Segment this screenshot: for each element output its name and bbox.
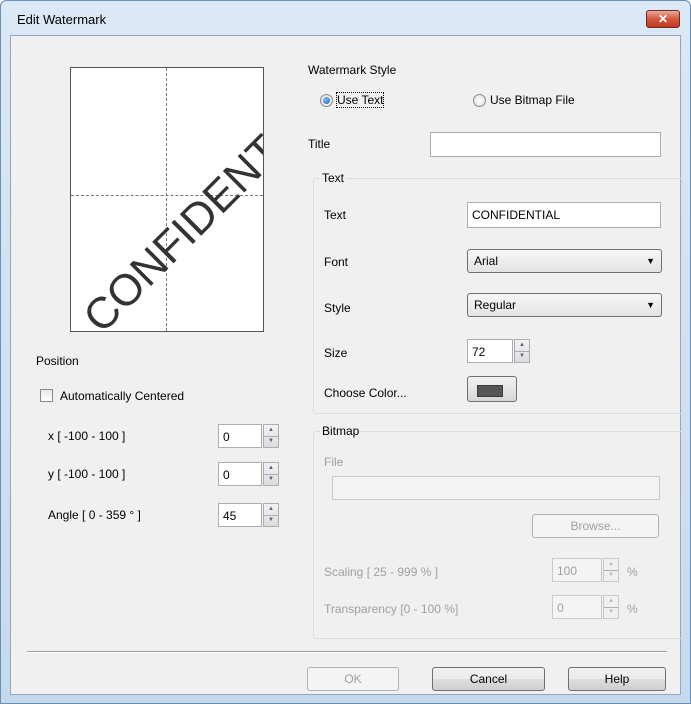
y-input[interactable]: 0: [218, 462, 262, 486]
watermark-style-label: Watermark Style: [308, 63, 397, 77]
scaling-label: Scaling [ 25 - 999 % ]: [324, 565, 439, 579]
y-label: y [ -100 - 100 ]: [48, 467, 126, 481]
footer-separator: [27, 651, 667, 653]
x-input[interactable]: 0: [218, 424, 262, 448]
preview-vertical-guide: [166, 68, 167, 331]
scaling-input[interactable]: 100: [552, 558, 602, 582]
transparency-input[interactable]: 0: [552, 595, 602, 619]
file-input[interactable]: [332, 476, 660, 500]
choose-color-button[interactable]: [467, 376, 517, 402]
scaling-spinner[interactable]: ▲ ▼: [603, 558, 619, 582]
watermark-preview: CONFIDENTIAL: [70, 67, 264, 332]
text-field-label: Text: [324, 208, 347, 222]
font-select[interactable]: Arial ▼: [467, 249, 662, 273]
use-bitmap-radio[interactable]: [473, 94, 486, 107]
ok-button[interactable]: OK: [307, 667, 399, 691]
x-spinner[interactable]: ▲ ▼: [263, 424, 279, 448]
spin-down-icon[interactable]: ▼: [604, 607, 618, 618]
transparency-spinner[interactable]: ▲ ▼: [603, 595, 619, 619]
scaling-unit: %: [627, 565, 638, 579]
chevron-down-icon: ▼: [646, 256, 655, 266]
angle-label: Angle [ 0 - 359 ° ]: [48, 508, 141, 522]
font-label: Font: [324, 255, 349, 269]
auto-centered-checkbox[interactable]: [40, 389, 53, 402]
style-select[interactable]: Regular ▼: [467, 293, 662, 317]
close-button[interactable]: ✕: [646, 10, 680, 28]
text-group-label: Text: [320, 171, 347, 185]
y-spinner[interactable]: ▲ ▼: [263, 462, 279, 486]
style-label: Style: [324, 301, 351, 315]
spin-down-icon[interactable]: ▼: [264, 474, 278, 485]
preview-watermark-text: CONFIDENTIAL: [74, 79, 264, 332]
chevron-down-icon: ▼: [646, 300, 655, 310]
spin-down-icon[interactable]: ▼: [264, 515, 278, 526]
transparency-unit: %: [627, 602, 638, 616]
dialog-body: CONFIDENTIAL Watermark Style Use Text Us…: [10, 35, 683, 695]
size-input[interactable]: 72: [467, 339, 513, 363]
file-label: File: [324, 455, 344, 469]
spin-down-icon[interactable]: ▼: [264, 436, 278, 447]
use-bitmap-label[interactable]: Use Bitmap File: [490, 93, 575, 107]
choose-color-label: Choose Color...: [324, 386, 407, 400]
dialog-title: Edit Watermark: [17, 12, 107, 27]
font-select-value: Arial: [474, 254, 499, 268]
title-bar: Edit Watermark ✕: [1, 1, 690, 35]
angle-input[interactable]: 45: [218, 503, 262, 527]
bitmap-group-label: Bitmap: [320, 424, 362, 438]
spin-down-icon[interactable]: ▼: [515, 351, 529, 362]
close-icon: ✕: [657, 12, 669, 26]
size-label: Size: [324, 346, 348, 360]
cancel-button[interactable]: Cancel: [432, 667, 545, 691]
use-text-label[interactable]: Use Text: [335, 92, 385, 108]
title-field-label: Title: [308, 137, 331, 151]
transparency-label: Transparency [0 - 100 %]: [324, 602, 459, 616]
angle-spinner[interactable]: ▲ ▼: [263, 503, 279, 527]
style-select-value: Regular: [474, 298, 517, 312]
title-input[interactable]: [430, 132, 661, 157]
watermark-text-input[interactable]: CONFIDENTIAL: [467, 202, 661, 228]
edit-watermark-dialog: Edit Watermark ✕ CONFIDENTIAL Watermark …: [0, 0, 691, 704]
size-spinner[interactable]: ▲ ▼: [514, 339, 530, 363]
spin-down-icon[interactable]: ▼: [604, 570, 618, 581]
color-swatch: [477, 385, 503, 397]
x-label: x [ -100 - 100 ]: [48, 429, 126, 443]
position-label: Position: [36, 354, 79, 368]
browse-button[interactable]: Browse...: [532, 514, 659, 538]
help-button[interactable]: Help: [568, 667, 666, 691]
auto-centered-label[interactable]: Automatically Centered: [60, 389, 184, 403]
use-text-radio[interactable]: [320, 94, 333, 107]
